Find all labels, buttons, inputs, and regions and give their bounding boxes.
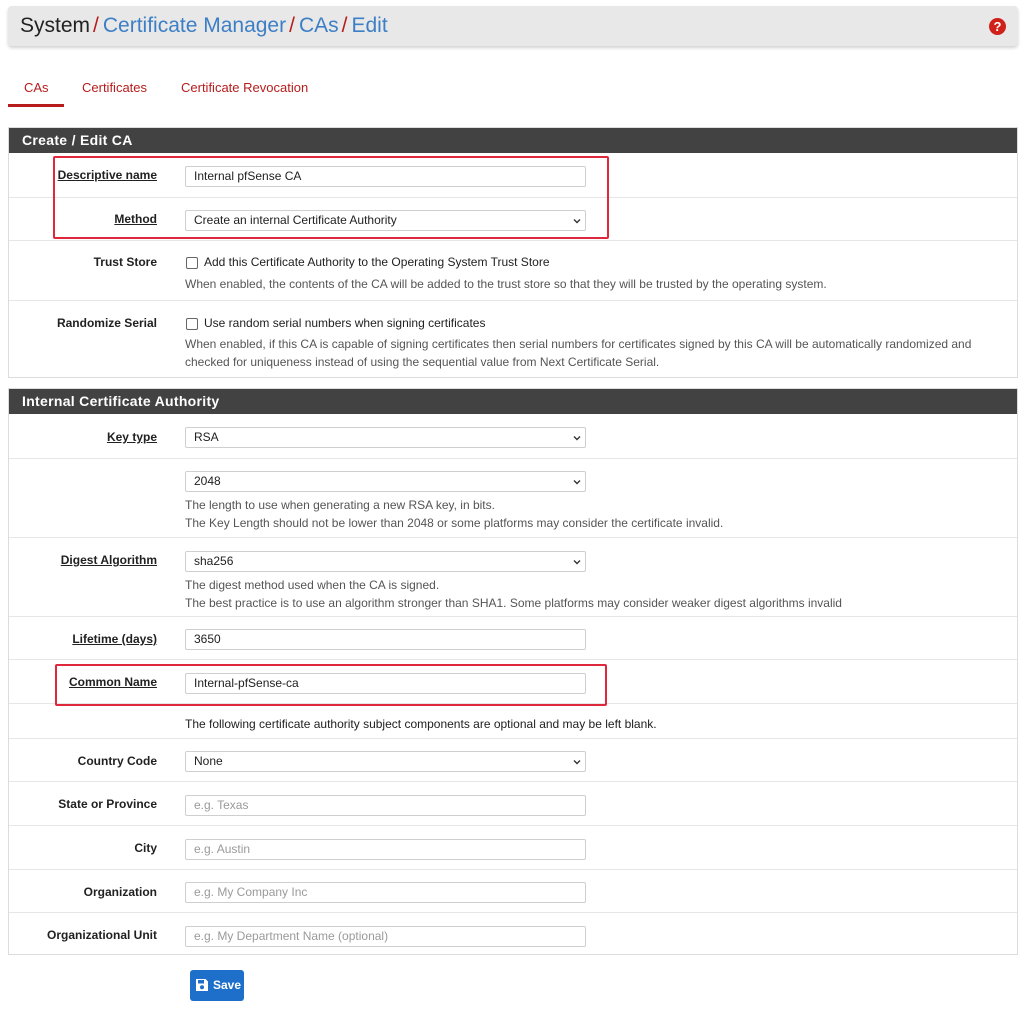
organizational-unit-input[interactable]: e.g. My Department Name (optional) (185, 926, 586, 947)
chevron-down-icon (573, 480, 581, 485)
randomize-serial-help-line: checked for uniqueness instead of using … (185, 355, 660, 369)
optional-note-row: The following certificate authority subj… (9, 703, 1017, 738)
highlight-box (55, 664, 607, 706)
chevron-down-icon (573, 436, 581, 441)
digest-algorithm-row: Digest Algorithm sha256 The digest metho… (9, 537, 1017, 616)
digest-algorithm-help-line: The digest method used when the CA is si… (185, 578, 440, 592)
digest-algorithm-help: The digest method used when the CA is si… (185, 576, 1005, 612)
breadcrumb-separator: / (93, 14, 99, 37)
randomize-serial-checkbox-label[interactable]: Use random serial numbers when signing c… (204, 316, 485, 330)
country-code-select-value: None (194, 754, 223, 768)
breadcrumb-certificate-manager[interactable]: Certificate Manager (103, 14, 286, 37)
panel-title: Create / Edit CA (9, 128, 1017, 153)
breadcrumb-cas[interactable]: CAs (299, 14, 339, 37)
key-length-select[interactable]: 2048 (185, 471, 586, 492)
key-type-label: Key type (106, 430, 157, 444)
country-code-label: Country Code (77, 754, 157, 768)
lifetime-input[interactable]: 3650 (185, 629, 586, 650)
trust-store-row: Trust Store Add this Certificate Authori… (9, 240, 1017, 300)
breadcrumb-edit[interactable]: Edit (351, 14, 387, 37)
panel-title: Internal Certificate Authority (9, 389, 1017, 414)
randomize-serial-help-line: When enabled, if this CA is capable of s… (185, 337, 972, 351)
trust-store-label: Trust Store (93, 255, 157, 269)
tab-cas[interactable]: CAs (24, 80, 49, 95)
key-type-select-value: RSA (194, 430, 219, 444)
key-length-help-line: The length to use when generating a new … (185, 498, 495, 512)
trust-store-help: When enabled, the contents of the CA wil… (185, 277, 827, 291)
key-type-select[interactable]: RSA (185, 427, 586, 448)
chevron-down-icon (573, 560, 581, 565)
randomize-serial-row: Randomize Serial Use random serial numbe… (9, 300, 1017, 378)
digest-algorithm-select[interactable]: sha256 (185, 551, 586, 572)
randomize-serial-checkbox[interactable] (186, 318, 198, 330)
save-button[interactable]: Save (190, 970, 244, 1001)
tab-certificates[interactable]: Certificates (82, 80, 147, 95)
digest-algorithm-select-value: sha256 (194, 554, 234, 568)
key-type-row: Key type RSA (9, 414, 1017, 458)
digest-algorithm-help-line: The best practice is to use an algorithm… (185, 596, 842, 610)
organization-input[interactable]: e.g. My Company Inc (185, 882, 586, 903)
organizational-unit-row: Organizational Unit e.g. My Department N… (9, 912, 1017, 955)
trust-store-checkbox-label[interactable]: Add this Certificate Authority to the Op… (204, 255, 550, 269)
breadcrumb-separator: / (289, 14, 295, 37)
organization-label: Organization (83, 885, 157, 899)
country-code-select[interactable]: None (185, 751, 586, 772)
state-input[interactable]: e.g. Texas (185, 795, 586, 816)
organization-row: Organization e.g. My Company Inc (9, 869, 1017, 912)
trust-store-checkbox[interactable] (186, 257, 198, 269)
highlight-box (53, 156, 609, 239)
tab-certificate-revocation[interactable]: Certificate Revocation (181, 80, 308, 95)
state-label: State or Province (58, 797, 157, 811)
help-icon[interactable]: ? (989, 18, 1006, 35)
city-label: City (134, 841, 157, 855)
digest-algorithm-label: Digest Algorithm (60, 553, 157, 567)
lifetime-row: Lifetime (days) 3650 (9, 616, 1017, 659)
breadcrumb-bar: System / Certificate Manager / CAs / Edit ? (8, 6, 1018, 46)
breadcrumb-separator: / (341, 14, 348, 37)
floppy-disk-icon (196, 979, 208, 991)
breadcrumb: System / Certificate Manager / CAs / Edit (20, 13, 388, 39)
key-length-help-line: The Key Length should not be lower than … (185, 516, 724, 530)
optional-note: The following certificate authority subj… (185, 717, 657, 731)
lifetime-label: Lifetime (days) (72, 632, 157, 646)
randomize-serial-label: Randomize Serial (56, 316, 157, 330)
chevron-down-icon (573, 760, 581, 765)
country-code-row: Country Code None (9, 738, 1017, 781)
active-tab-indicator (8, 104, 64, 107)
randomize-serial-help: When enabled, if this CA is capable of s… (185, 335, 1005, 371)
city-input[interactable]: e.g. Austin (185, 839, 586, 860)
key-length-row: 2048 The length to use when generating a… (9, 458, 1017, 537)
organizational-unit-label: Organizational Unit (46, 928, 157, 942)
key-length-select-value: 2048 (194, 474, 221, 488)
city-row: City e.g. Austin (9, 825, 1017, 869)
state-row: State or Province e.g. Texas (9, 781, 1017, 825)
breadcrumb-system: System (20, 14, 91, 37)
save-button-label: Save (213, 978, 242, 992)
key-length-help: The length to use when generating a new … (185, 496, 1005, 532)
